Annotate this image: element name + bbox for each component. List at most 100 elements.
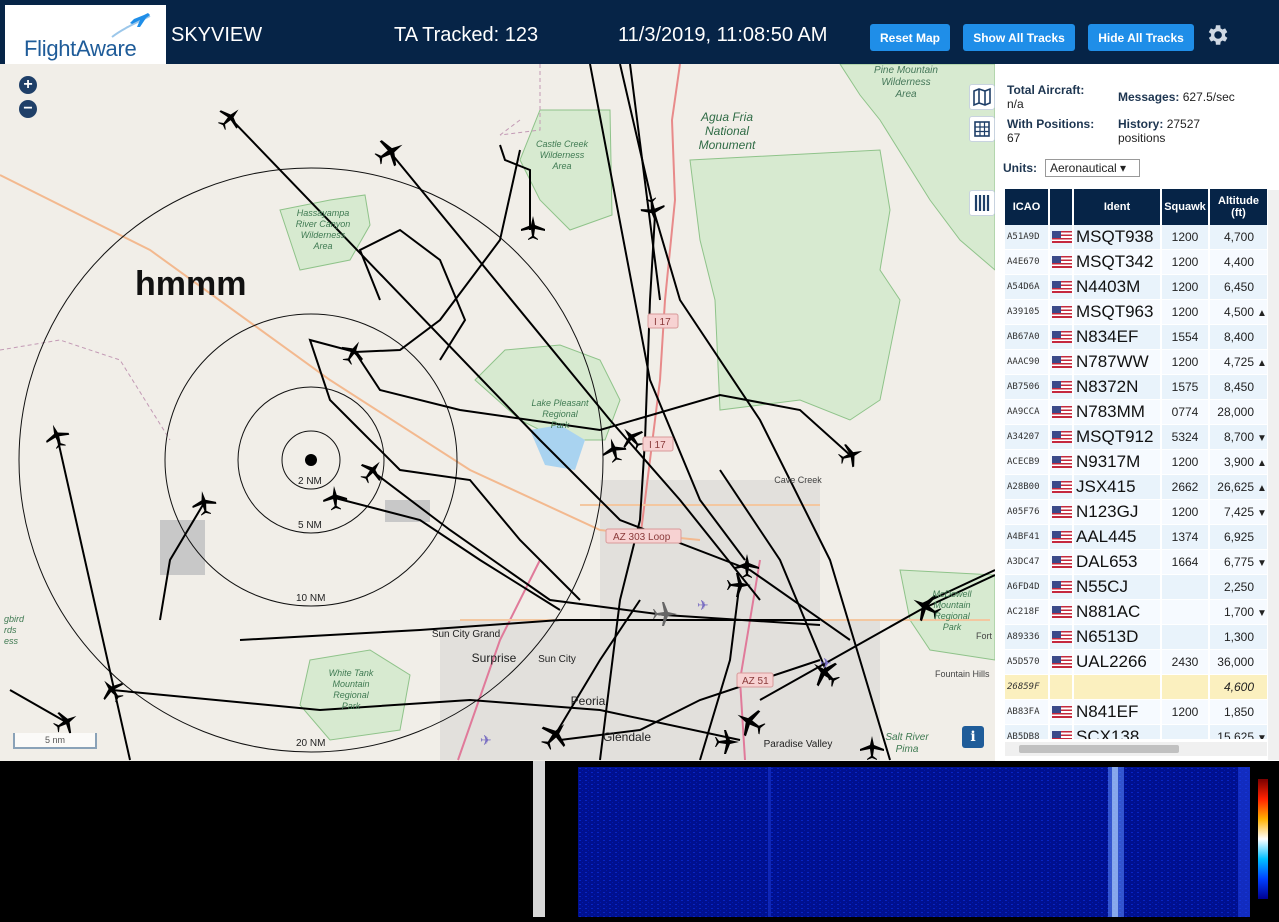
logo-text: FlightAware xyxy=(24,36,137,61)
aircraft-icon[interactable] xyxy=(42,421,73,452)
hide-all-tracks-button[interactable]: Hide All Tracks xyxy=(1088,24,1194,51)
table-row[interactable]: A34207 MSQT912 5324 8,700 ▼ xyxy=(1005,424,1268,450)
squawk-cell xyxy=(1161,574,1210,600)
table-row[interactable]: A4BF41 AAL445 1374 6,925 xyxy=(1005,524,1268,550)
icao-cell: AB5DB8 xyxy=(1005,724,1050,739)
table-row[interactable]: A28B00 JSX415 2662 26,625 ▲ xyxy=(1005,474,1268,500)
altitude-trend: ▼ xyxy=(1257,608,1267,619)
aircraft-icon[interactable] xyxy=(836,440,867,471)
grid-toggle-button[interactable] xyxy=(969,116,995,142)
altitude-value: 4,500 xyxy=(1223,305,1254,319)
reset-map-button[interactable]: Reset Map xyxy=(870,24,950,51)
road-shield-label: AZ 303 Loop xyxy=(613,532,671,543)
table-row[interactable]: ACECB9 N9317M 1200 3,900 ▲ xyxy=(1005,449,1268,475)
flag-cell xyxy=(1049,424,1074,450)
squawk-cell: 1575 xyxy=(1161,374,1210,400)
aircraft-icon[interactable] xyxy=(639,196,667,224)
zoom-out-button[interactable]: − xyxy=(19,100,37,118)
altitude-cell: 4,725 ▲ xyxy=(1209,349,1268,375)
squawk-cell xyxy=(1161,674,1210,700)
altitude-value: 28,000 xyxy=(1217,405,1254,419)
table-row[interactable]: A05F76 N123GJ 1200 7,425 ▼ xyxy=(1005,499,1268,525)
flag-cell xyxy=(1049,274,1074,300)
map-view[interactable]: ✈ ✈ ✈ I 17 I 17 AZ 303 Loop AZ 51 2 NM 5… xyxy=(0,64,995,761)
info-button[interactable]: i xyxy=(962,726,984,748)
place-label-surprise: Surprise xyxy=(472,651,517,665)
table-row[interactable]: AC218F N881AC 1,700 ▼ xyxy=(1005,599,1268,625)
squawk-cell: 1554 xyxy=(1161,324,1210,350)
table-row[interactable]: AB67A0 N834EF 1554 8,400 xyxy=(1005,324,1268,350)
grid-icon xyxy=(974,121,990,137)
column-header-flag[interactable] xyxy=(1049,189,1074,225)
table-row[interactable]: A39105 MSQT963 1200 4,500 ▲ xyxy=(1005,299,1268,325)
table-row[interactable]: A54D6A N4403M 1200 6,450 xyxy=(1005,274,1268,300)
icao-cell: 26859F xyxy=(1005,674,1050,700)
place-label-peoria: Peoria xyxy=(571,694,606,708)
map-layers-button[interactable] xyxy=(969,84,995,110)
aircraft-icon[interactable] xyxy=(370,132,409,171)
ident-cell: N123GJ xyxy=(1073,499,1162,525)
with-positions-value: 67 xyxy=(1007,131,1021,145)
table-row[interactable]: A3DC47 DAL653 1664 6,775 ▼ xyxy=(1005,549,1268,575)
column-header-icao[interactable]: ICAO xyxy=(1005,189,1050,225)
total-aircraft: Total Aircraft: n/a xyxy=(1007,83,1084,111)
aircraft-table-container[interactable]: ICAO Ident Squawk Altitude (ft) A51A9D MSQ… xyxy=(1005,189,1268,739)
altitude-value: 1,700 xyxy=(1223,605,1254,619)
flightaware-logo[interactable]: FlightAware xyxy=(5,5,166,64)
column-header-altitude[interactable]: Altitude (ft) xyxy=(1209,189,1268,225)
icao-cell: AB83FA xyxy=(1005,699,1050,725)
altitude-trend: ▼ xyxy=(1257,558,1267,569)
column-header-ident[interactable]: Ident xyxy=(1073,189,1162,225)
pane-divider[interactable] xyxy=(533,761,545,917)
table-row[interactable]: AAAC90 N787WW 1200 4,725 ▲ xyxy=(1005,349,1268,375)
altitude-value: 7,425 xyxy=(1223,505,1254,519)
table-row[interactable]: A89336 N6513D 1,300 xyxy=(1005,624,1268,650)
table-row[interactable]: AB7506 N8372N 1575 8,450 xyxy=(1005,374,1268,400)
ident-cell: UAL2266 xyxy=(1073,649,1162,675)
flag-cell xyxy=(1049,374,1074,400)
altitude-cell: 6,775 ▼ xyxy=(1209,549,1268,575)
table-row[interactable]: AB83FA N841EF 1200 1,850 xyxy=(1005,699,1268,725)
altitude-value: 2,250 xyxy=(1223,580,1254,594)
table-row[interactable]: AA9CCA N783MM 0774 28,000 xyxy=(1005,399,1268,425)
zoom-in-button[interactable]: + xyxy=(19,76,37,94)
show-all-tracks-button[interactable]: Show All Tracks xyxy=(963,24,1075,51)
squawk-cell: 1200 xyxy=(1161,449,1210,475)
ident-cell: MSQT938 xyxy=(1073,225,1162,250)
table-row[interactable]: 26859F 4,600 xyxy=(1005,674,1268,700)
gear-icon[interactable] xyxy=(1204,22,1230,48)
flag-cell xyxy=(1049,399,1074,425)
table-row[interactable]: AB5DB8 SCX138 15,625 ▼ xyxy=(1005,724,1268,739)
aircraft-icon[interactable] xyxy=(322,485,348,511)
clock-datetime: 11/3/2019, 11:08:50 AM xyxy=(618,24,828,46)
history-label: History: xyxy=(1118,117,1164,131)
altitude-cell: 4,600 xyxy=(1209,674,1268,700)
horizontal-scrollbar[interactable] xyxy=(1005,742,1267,756)
icao-cell: AC218F xyxy=(1005,599,1050,625)
altitude-value: 26,625 xyxy=(1217,480,1254,494)
airport-icon: ✈ xyxy=(697,597,709,613)
table-row[interactable]: A5D570 UAL2266 2430 36,000 xyxy=(1005,649,1268,675)
aircraft-icon[interactable] xyxy=(190,489,218,517)
altitude-cell: 4,700 xyxy=(1209,225,1268,250)
column-header-squawk[interactable]: Squawk xyxy=(1161,189,1210,225)
icao-cell: A5D570 xyxy=(1005,649,1050,675)
us-flag-icon xyxy=(1052,330,1072,343)
table-row[interactable]: A51A9D MSQT938 1200 4,700 xyxy=(1005,225,1268,250)
scrollbar-thumb[interactable] xyxy=(1019,745,1179,753)
table-row[interactable]: A6FD4D N55CJ 2,250 xyxy=(1005,574,1268,600)
altitude-cell: 1,700 ▼ xyxy=(1209,599,1268,625)
columns-button[interactable] xyxy=(969,190,995,216)
aircraft-icon[interactable] xyxy=(521,216,545,240)
table-row[interactable]: A4E670 MSQT342 1200 4,400 xyxy=(1005,249,1268,275)
vertical-scrollbar[interactable] xyxy=(1268,190,1279,760)
icao-cell: A89336 xyxy=(1005,624,1050,650)
altitude-value: 4,400 xyxy=(1223,255,1254,269)
altitude-cell: 6,925 xyxy=(1209,524,1268,550)
range-label: 10 NM xyxy=(296,593,325,604)
units-select[interactable]: Aeronautical ▾ xyxy=(1045,159,1140,177)
altitude-cell: 4,400 xyxy=(1209,249,1268,275)
altitude-cell: 1,300 xyxy=(1209,624,1268,650)
altitude-value: 6,450 xyxy=(1223,280,1254,294)
map-icon xyxy=(973,87,991,107)
